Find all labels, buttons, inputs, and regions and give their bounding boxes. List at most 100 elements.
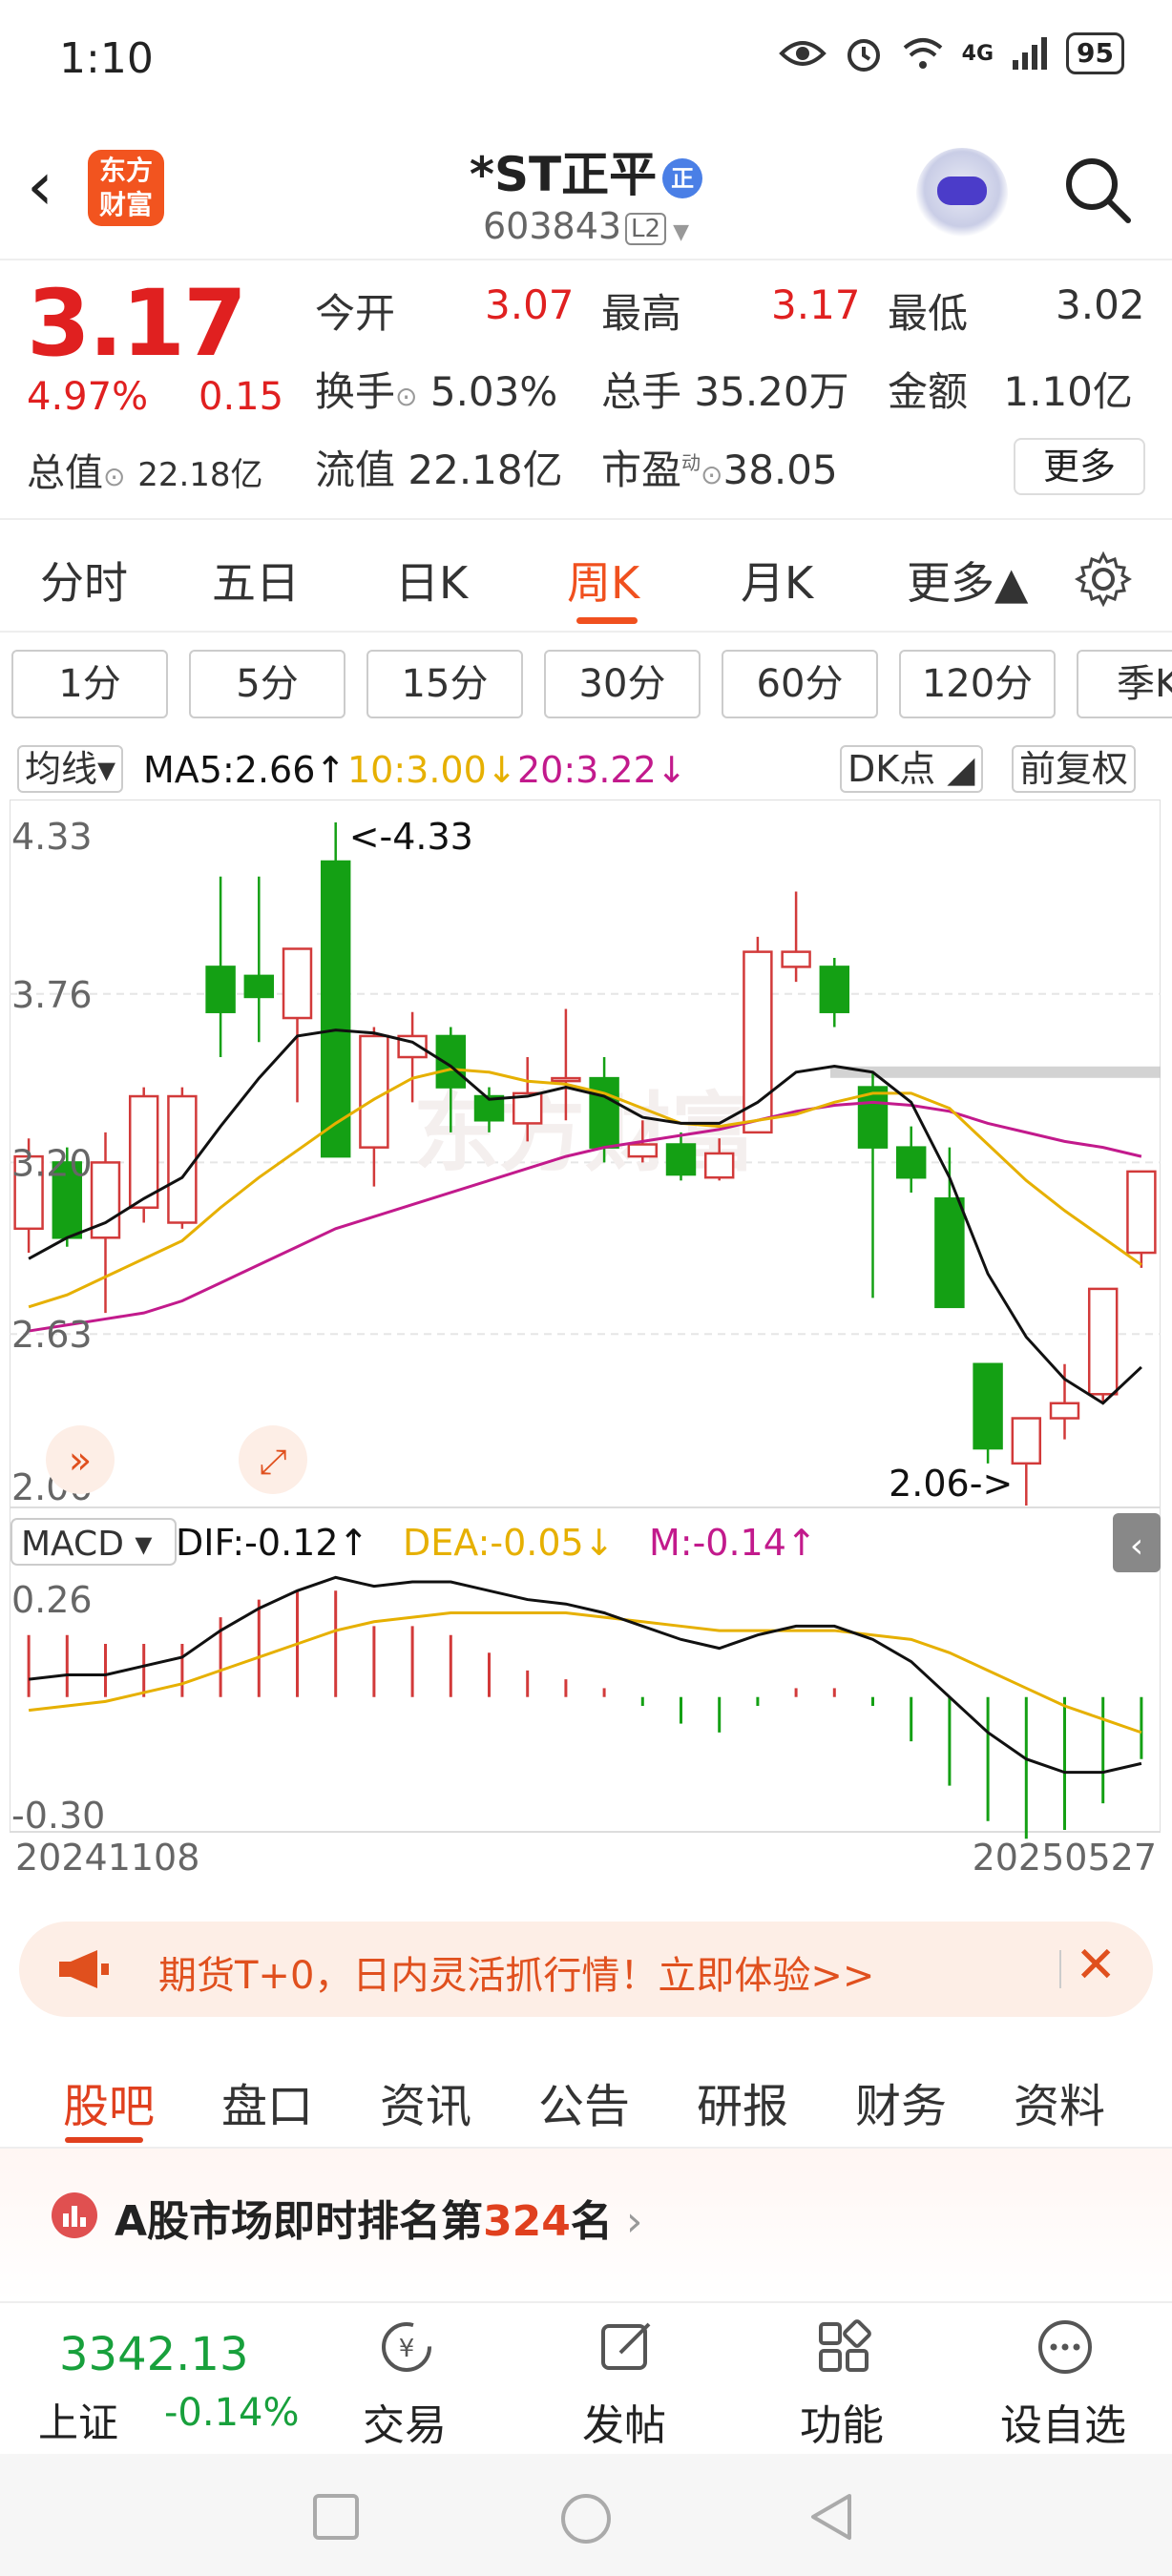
signal-icon xyxy=(1013,37,1048,70)
candle-body xyxy=(1087,1287,1119,1396)
home-icon[interactable] xyxy=(559,2492,613,2545)
high-label: 最高 xyxy=(601,290,682,337)
back-nav-icon[interactable] xyxy=(807,2492,857,2542)
kline-chart[interactable]: 东方财富 4.33 3.76 3.20 2.63 2.06 <-4.33 2.06->» ⤢ MA… xyxy=(9,799,1162,1879)
low-label: 最低 xyxy=(888,290,969,337)
gear-icon[interactable] xyxy=(1075,551,1132,608)
market-cap: 总值⊙ 22.18亿 xyxy=(27,451,263,495)
tab-profile[interactable]: 资料 xyxy=(1014,2068,1105,2135)
change-percent: 4.97% xyxy=(27,375,149,419)
dea-label: DEA:-0.05↓ xyxy=(403,1522,615,1564)
tab-guba[interactable]: 股吧 xyxy=(63,2068,155,2135)
index-change[interactable]: -0.14% xyxy=(164,2391,300,2435)
status-time: 1:10 xyxy=(59,34,154,83)
candle-body xyxy=(934,1197,965,1309)
candle-body xyxy=(282,947,313,1020)
wifi-icon xyxy=(903,38,942,69)
chevron-down-icon: ▼ xyxy=(666,220,689,244)
y-tick-label: 3.76 xyxy=(11,974,93,1016)
more-button[interactable]: 更多 xyxy=(1014,438,1145,495)
open-value: 3.07 xyxy=(485,281,575,328)
period-15min[interactable]: 15分 xyxy=(366,650,523,718)
post-button[interactable]: 发帖 xyxy=(557,2303,691,2456)
macd-y-tick: -0.30 xyxy=(11,1795,105,1837)
min-price-label: 2.06-> xyxy=(889,1463,1013,1505)
candle-body xyxy=(1011,1417,1042,1465)
system-nav-bar xyxy=(0,2454,1172,2576)
ma5-label: MA5:2.66↑ xyxy=(143,749,346,791)
tab-pankou[interactable]: 盘口 xyxy=(221,2068,313,2135)
tab-more[interactable]: 更多▲ xyxy=(907,549,1028,612)
y-tick-label: 4.33 xyxy=(11,816,93,858)
more-dots-icon xyxy=(1038,2320,1092,2374)
candle-body xyxy=(205,966,236,1013)
content-tabs: 股吧 盘口 资讯 公告 研报 财务 资料 xyxy=(0,2042,1172,2149)
chart-tabs: 分时 五日 日K 周K 月K 更多▲ xyxy=(0,520,1172,633)
svg-text:¥: ¥ xyxy=(399,2335,415,2363)
period-30min[interactable]: 30分 xyxy=(544,650,701,718)
high-value: 3.17 xyxy=(771,281,861,328)
last-price: 3.17 xyxy=(27,270,247,377)
candle-body xyxy=(703,1152,735,1179)
search-icon[interactable] xyxy=(1059,152,1136,228)
tab-daily-k[interactable]: 日K xyxy=(395,549,468,612)
market-rank[interactable]: A股市场即时排名第324名 › xyxy=(0,2149,1172,2301)
change-amount: 0.15 xyxy=(199,375,284,419)
active-tab-indicator xyxy=(576,617,638,624)
candle-body xyxy=(128,1094,159,1209)
tab-news[interactable]: 资讯 xyxy=(380,2068,471,2135)
candle-body xyxy=(627,1143,659,1158)
candle-body xyxy=(359,1034,389,1149)
m-label: M:-0.14↑ xyxy=(649,1522,817,1564)
tab-monthly-k[interactable]: 月K xyxy=(741,549,813,612)
ma20-label: 20:3.22↓ xyxy=(517,749,687,791)
network-label: 4G xyxy=(961,41,994,66)
fullscreen-icon: ⤢ xyxy=(260,1443,287,1482)
assistant-robot-icon[interactable] xyxy=(916,148,1008,239)
close-icon[interactable]: ✕ xyxy=(1075,1937,1117,1994)
tab-intraday[interactable]: 分时 xyxy=(40,549,128,612)
index-name[interactable]: 上证 xyxy=(38,2391,118,2449)
index-value[interactable]: 3342.13 xyxy=(59,2328,249,2381)
volume: 总手 35.20万 xyxy=(601,368,849,415)
functions-button[interactable]: 功能 xyxy=(775,2303,909,2456)
kline-svg[interactable]: 东方财富4.333.763.202.632.06<-4.332.06->» ⤢MA… xyxy=(9,799,1162,1879)
stock-header: ‹ 东方 财富 *ST正平正 603843 L2 ▼ xyxy=(0,119,1172,260)
alarm-icon xyxy=(847,39,880,72)
active-tab-indicator xyxy=(65,2137,143,2143)
recent-apps-icon[interactable] xyxy=(311,2492,361,2542)
status-icons: 4G 95 xyxy=(778,32,1124,74)
dif-label: DIF:-0.12↑ xyxy=(176,1522,368,1564)
period-1min[interactable]: 1分 xyxy=(11,650,168,718)
candle-body xyxy=(589,1076,619,1149)
period-120min[interactable]: 120分 xyxy=(899,650,1056,718)
pe-ratio: 市盈动⊙38.05 xyxy=(601,447,838,493)
candle-body xyxy=(243,974,275,999)
battery-indicator: 95 xyxy=(1066,32,1124,74)
indicator-row: 均线▾ MA5:2.66↑ 10:3.00↓ 20:3.22↓ DK点 ◢ 前复… xyxy=(0,739,1172,799)
edit-icon xyxy=(601,2322,651,2370)
adjust-select[interactable]: 前复权 xyxy=(1012,745,1137,793)
candle-body xyxy=(665,1143,697,1176)
candle-body xyxy=(551,1076,581,1083)
trade-button[interactable]: ¥ 交易 xyxy=(338,2303,471,2456)
dk-point-select[interactable]: DK点 ◢ xyxy=(840,745,983,793)
candle-body xyxy=(743,950,773,1134)
macd-select: MACD ▾ xyxy=(21,1525,152,1564)
tab-five-day[interactable]: 五日 xyxy=(212,549,300,612)
double-chevron-icon: » xyxy=(69,1439,92,1483)
add-watchlist-button[interactable]: 设自选 xyxy=(996,2303,1130,2456)
low-value: 3.02 xyxy=(1056,281,1145,328)
tab-announcements[interactable]: 公告 xyxy=(538,2068,630,2135)
tab-research[interactable]: 研报 xyxy=(697,2068,788,2135)
tab-finance[interactable]: 财务 xyxy=(855,2068,947,2135)
period-60min[interactable]: 60分 xyxy=(722,650,878,718)
badge-icon: 正 xyxy=(662,157,703,198)
tab-weekly-k[interactable]: 周K xyxy=(567,549,639,612)
grid-icon xyxy=(819,2319,871,2372)
futures-banner[interactable]: 期货T+0，日内灵活抓行情！立即体验>> ✕ xyxy=(19,1922,1153,2017)
period-quarter[interactable]: 季K xyxy=(1077,650,1172,718)
status-bar: 1:10 4G 95 xyxy=(0,0,1172,119)
ma-select[interactable]: 均线▾ xyxy=(17,745,124,793)
period-5min[interactable]: 5分 xyxy=(189,650,345,718)
